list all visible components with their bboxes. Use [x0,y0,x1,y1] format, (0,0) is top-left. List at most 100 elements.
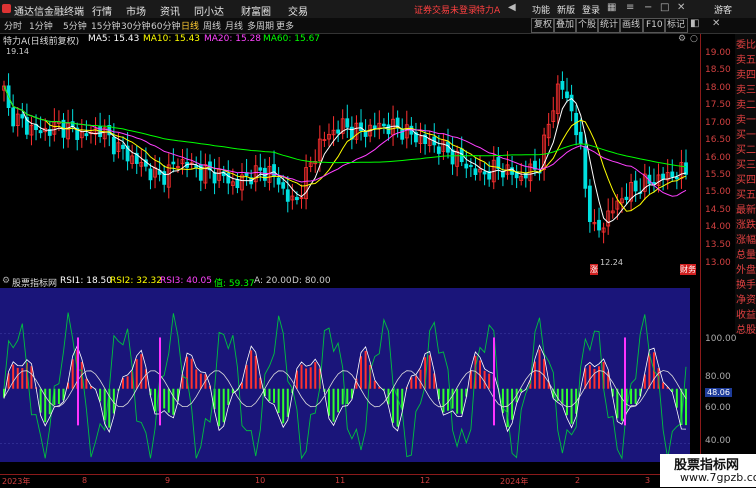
menu-item-assistant[interactable]: 同小达 [194,3,224,18]
candle-body [235,178,240,189]
tab-weekly[interactable]: 周线 [203,19,221,32]
candle-body [84,133,89,137]
candle-body [587,185,592,222]
side-label: 买二 [736,145,756,156]
side-label: 卖一 [736,115,756,126]
tab-daily[interactable]: 日线 [181,19,199,32]
low-price-label: 12.24 [600,258,623,267]
rsi3-label: RSI3: 40.05 [160,276,213,286]
price-tick: 13.00 [705,258,731,268]
adjust-button[interactable]: 复权 [531,18,556,33]
menu-item-market[interactable]: 市场 [126,3,146,18]
speaker-icon[interactable]: ◀ [508,2,516,13]
price-tick: 18.50 [705,65,731,75]
indicator-header: ⚙ 股票指标网 RSI1: 18.50 RSI2: 32.32 RSI3: 40… [0,276,700,289]
limit-marker[interactable]: 涨 [590,264,598,275]
menu-item-quotes[interactable]: 行情 [92,3,112,18]
price-tick: 19.00 [705,48,731,58]
candle-body [38,130,43,134]
tab-1min[interactable]: 1分钟 [29,19,53,32]
overlay-button[interactable]: 叠加 [553,18,578,33]
maximize-icon[interactable]: □ [660,2,669,13]
options-icon[interactable]: ○ [690,34,698,44]
tab-multi-period[interactable]: 多周期 [247,19,274,32]
side-label: 卖二 [736,100,756,111]
tab-monthly[interactable]: 月线 [225,19,243,32]
tab-60min[interactable]: 60分钟 [151,19,180,32]
price-tick: 14.50 [705,205,731,215]
tab-5min[interactable]: 5分钟 [63,19,87,32]
stats-button[interactable]: 统计 [597,18,622,33]
layout-icon[interactable]: ◧ [690,18,699,29]
candle-body [258,167,263,171]
minimize-icon[interactable]: − [644,2,652,13]
rsi1-label: RSI1: 18.50 [60,276,113,286]
candle-body [473,168,478,175]
tab-30min[interactable]: 30分钟 [121,19,150,32]
side-label: 买三 [736,160,756,171]
draw-button[interactable]: 画线 [619,18,644,33]
f10-button[interactable]: F10 [643,18,666,33]
candlestick-chart[interactable] [0,46,700,275]
date-tick: 2024年 [500,477,529,486]
price-tick: 16.00 [705,153,731,163]
candle-body [633,180,638,192]
side-label: 换手 [736,280,756,291]
rsi1-line [3,312,687,460]
candle-body [70,121,75,127]
menu-item-trade[interactable]: 交易 [288,3,308,18]
tab-intraday[interactable]: 分时 [4,19,22,32]
side-label: 买四 [736,175,756,186]
side-label: 买一 [736,130,756,141]
date-tick: 2023年 [2,477,31,486]
side-label: 最新 [736,205,756,216]
date-tick: 3 [645,476,651,485]
settings-icon[interactable]: ⚙ [678,34,686,44]
grid-icon[interactable]: ▦ [607,2,616,13]
app-title: 通达信金融终端 [14,7,84,18]
ma10-label: MA10: 15.43 [143,34,201,44]
app-logo-icon [2,4,11,13]
menu-item-news[interactable]: 资讯 [160,3,180,18]
price-tick: 18.00 [705,83,731,93]
new-version-button[interactable]: 新版 [557,3,575,16]
mark-button[interactable]: 标记 [664,18,689,33]
ma5-label: MA5: 15.43 [88,34,140,44]
login-status-alert[interactable]: 证券交易未登录 [414,3,477,16]
side-label: 卖五 [736,55,756,66]
stock-button[interactable]: 个股 [575,18,600,33]
candle-body [11,107,16,127]
tab-15min[interactable]: 15分钟 [91,19,120,32]
date-tick: 10 [255,476,266,485]
menu-lines-icon[interactable]: ≡ [626,2,634,13]
a-label: A: 20.00 [254,276,292,286]
price-tick: 15.00 [705,187,731,197]
close-icon[interactable]: ✕ [677,2,685,13]
high-price-label: 19.14 [6,47,29,56]
ma-info-line: 特力A(日线前复权) MA5: 15.43 MA10: 15.43 MA20: … [0,34,700,47]
ind-tick: 80.00 [705,372,731,382]
candle-body [359,122,363,132]
finance-marker[interactable]: 财务 [680,264,696,275]
price-axis: 19.00 18.50 18.00 17.50 17.00 16.50 16.0… [700,34,737,474]
tab-more[interactable]: 更多 [276,19,294,32]
side-label: 卖四 [736,70,756,81]
close-panel-icon[interactable]: ✕ [712,18,720,29]
candle-body [624,196,629,200]
indicator-settings-icon[interactable]: ⚙ [2,276,10,286]
menu-item-fortune[interactable]: 财富圈 [241,3,271,18]
price-tick: 13.50 [705,240,731,250]
candle-body [578,131,583,145]
quote-side-panel: 委比 卖五 卖四 卖三 卖二 卖一 买一 买二 买三 买四 买五 最新 涨跌 涨… [735,34,756,336]
candle-body [111,136,116,155]
function-button[interactable]: 功能 [532,3,550,16]
indicator-panel[interactable] [0,288,690,462]
candle-body [121,144,125,150]
side-label: 买五 [736,190,756,201]
ind-tick: 100.00 [705,334,737,344]
candle-body [450,149,455,165]
date-tick: 8 [82,476,88,485]
candle-body [171,161,176,165]
login-button[interactable]: 登录 [582,3,600,16]
candle-body [569,94,574,112]
